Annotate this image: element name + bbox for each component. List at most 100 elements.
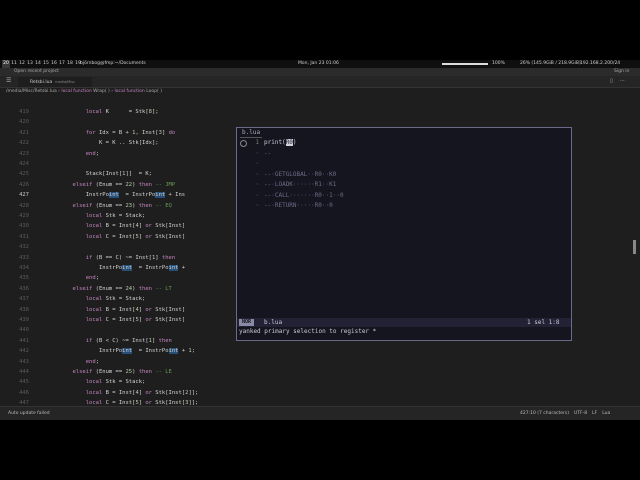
workspace-button[interactable]: 11 xyxy=(10,60,18,68)
breadcrumb[interactable]: /media/Misc/Retsbi.lua › local function … xyxy=(6,89,162,94)
workspace-button[interactable]: 18 xyxy=(66,60,74,68)
popup-line-number: ~ xyxy=(255,170,259,178)
code-text: K = K .. Stk[Idx]; xyxy=(46,140,159,147)
line-number: 445 xyxy=(19,379,29,386)
line-number: 442 xyxy=(19,348,29,355)
popup-line-text: print(R0) xyxy=(264,139,297,146)
code-text: elseif (Enum == 24) then -- LT xyxy=(72,285,172,292)
line-number: 426 xyxy=(19,181,29,188)
popup-line-text: -- xyxy=(264,149,272,157)
popup-line-number: ~ xyxy=(255,202,259,209)
line-number: 435 xyxy=(19,275,29,282)
code-text: InstrPoint = InstrPoint + xyxy=(46,265,186,271)
tab-sub: media/Misc xyxy=(55,80,76,84)
mode-indicator: NOR xyxy=(239,319,255,326)
code-line[interactable]: 420 xyxy=(0,117,640,127)
popup-title: b.lua xyxy=(240,129,263,138)
code-text: elseif (Enum == 23) then -- EQ xyxy=(72,202,172,209)
scrollbar[interactable] xyxy=(632,120,637,400)
line-number: 422 xyxy=(19,140,29,147)
scrollbar-thumb[interactable] xyxy=(633,240,636,254)
line-number: 431 xyxy=(19,233,29,240)
code-line[interactable]: 446 local B = Inst[4] or Stk[Inst[2]]; xyxy=(0,388,640,398)
line-number: 434 xyxy=(19,265,29,271)
line-number: 421 xyxy=(19,129,29,136)
line-number: 427 xyxy=(19,192,29,199)
code-text: end; xyxy=(85,358,99,365)
breadcrumb-keyword: local function xyxy=(61,89,92,94)
line-number: 438 xyxy=(19,306,29,313)
sign-in-button[interactable]: Sign in xyxy=(614,68,629,76)
code-text: elseif (Enum == 25) then -- LE xyxy=(72,369,172,375)
more-icon[interactable]: ⋯ xyxy=(620,78,625,84)
line-number: 432 xyxy=(19,244,29,251)
status-item[interactable]: LF xyxy=(592,411,597,416)
popup-line-text: --·RETURN·····R0··0 xyxy=(264,202,333,209)
workspace-button[interactable]: 13 xyxy=(26,60,34,68)
code-text: InstrPoint = InstrPoint + Ins xyxy=(46,192,186,199)
code-text: if (B == C) ~= Inst[1] then xyxy=(85,254,176,261)
workspace-button[interactable]: 20 xyxy=(2,60,10,68)
files-icon[interactable]: ☰ xyxy=(6,78,12,84)
line-number: 429 xyxy=(19,213,29,219)
popup-filename: b.lua xyxy=(264,319,283,326)
selection-info: 1 sel 1:8 xyxy=(527,319,560,326)
status-item[interactable]: 427:10 (7 characters) xyxy=(520,411,569,416)
helix-popup[interactable]: b.lua 1 print(R0) ~ -- ~ ~ --·GETGLOBAL··R0··K… xyxy=(236,127,572,341)
line-number: 423 xyxy=(19,150,29,157)
tab-label: Retsbi.lua xyxy=(30,80,53,85)
status-item[interactable]: Lua xyxy=(602,411,610,416)
code-text: local K = Stk[8]; xyxy=(85,109,159,115)
code-line[interactable]: 445 local Stk = Stack; xyxy=(0,377,640,387)
workspace-button[interactable]: 17 xyxy=(58,60,66,68)
split-icon[interactable]: ▯ xyxy=(610,78,613,84)
line-number: 443 xyxy=(19,358,29,365)
code-text: end; xyxy=(85,275,99,282)
popup-line-text: --·GETGLOBAL··R0··K0 xyxy=(264,170,337,178)
popup-line-number: ~ xyxy=(255,191,259,199)
code-text: end; xyxy=(85,150,99,157)
screen: björnbog@fmp:~/Documents Mon, Jan 23 01:… xyxy=(0,60,640,420)
popup-line-number: 1 xyxy=(255,139,259,146)
workspace-button[interactable]: 14 xyxy=(34,60,42,68)
line-number: 446 xyxy=(19,389,29,396)
code-line[interactable]: 444 elseif (Enum == 25) then -- LE xyxy=(0,367,640,377)
line-number: 430 xyxy=(19,223,29,230)
popup-line-text: --·CALL·······R0··1··0 xyxy=(264,191,344,199)
window-title: björnbog@fmp:~/Documents xyxy=(80,61,146,66)
workspace-button[interactable]: 12 xyxy=(18,60,26,68)
line-number: 436 xyxy=(19,285,29,292)
workspace-button[interactable]: 15 xyxy=(42,60,50,68)
clock: Mon, Jan 23 01:06 xyxy=(298,61,339,66)
code-text: local B = Inst[4] or Stk[Inst[2]]; xyxy=(85,389,199,396)
status-bar: Auto update failed 427:10 (7 characters)… xyxy=(0,406,640,420)
ip-address: 192.168.2.200/24 xyxy=(580,61,621,66)
breadcrumb-func: Loop( ) xyxy=(146,89,162,94)
workspace-button[interactable]: 16 xyxy=(50,60,58,68)
status-item[interactable]: UTF-8 xyxy=(574,411,587,416)
code-text: for Idx = B + 1, Inst[3] do xyxy=(85,129,176,136)
code-text: local B = Inst[4] or Stk[Inst[ xyxy=(85,223,186,230)
tab-retsbi[interactable]: Retsbi.lua media/Misc xyxy=(18,77,92,87)
code-text: InstrPoint = InstrPoint + 1; xyxy=(46,348,196,355)
code-line[interactable]: 419 local K = Stk[8]; xyxy=(0,107,640,117)
code-text: local Stk = Stack; xyxy=(85,379,146,386)
code-text: local Stk = Stack; xyxy=(85,296,146,303)
line-number: 433 xyxy=(19,254,29,261)
code-line[interactable]: 442 InstrPoint = InstrPoint + 1; xyxy=(0,346,640,356)
tab-bar: ☰ Retsbi.lua media/Misc ▯ ⋯ xyxy=(0,76,640,88)
code-line[interactable]: 443 end; xyxy=(0,357,640,367)
cpu-ram-status: 26% (145.9GiB / 218.9GiB) xyxy=(520,61,581,66)
open-recent-button[interactable]: Open recent project xyxy=(14,68,59,76)
breadcrumb-path: /media/Misc/Retsbi.lua xyxy=(6,89,57,94)
workspace-button[interactable]: 19 xyxy=(74,60,82,68)
code-text: local C = Inst[5] or Stk[Inst[ xyxy=(85,233,186,240)
status-item[interactable]: Auto update failed xyxy=(8,411,50,416)
code-text: elseif (Enum == 22) then -- JMP xyxy=(72,181,176,188)
breakpoint-icon xyxy=(240,140,247,147)
line-number: 419 xyxy=(19,109,29,115)
breadcrumb-keyword: local function xyxy=(114,89,145,94)
code-text: if (B < C) ~= Inst[1] then xyxy=(85,337,172,344)
code-text: Stack[Inst[1]] = K; xyxy=(46,171,152,178)
line-number: 437 xyxy=(19,296,29,303)
